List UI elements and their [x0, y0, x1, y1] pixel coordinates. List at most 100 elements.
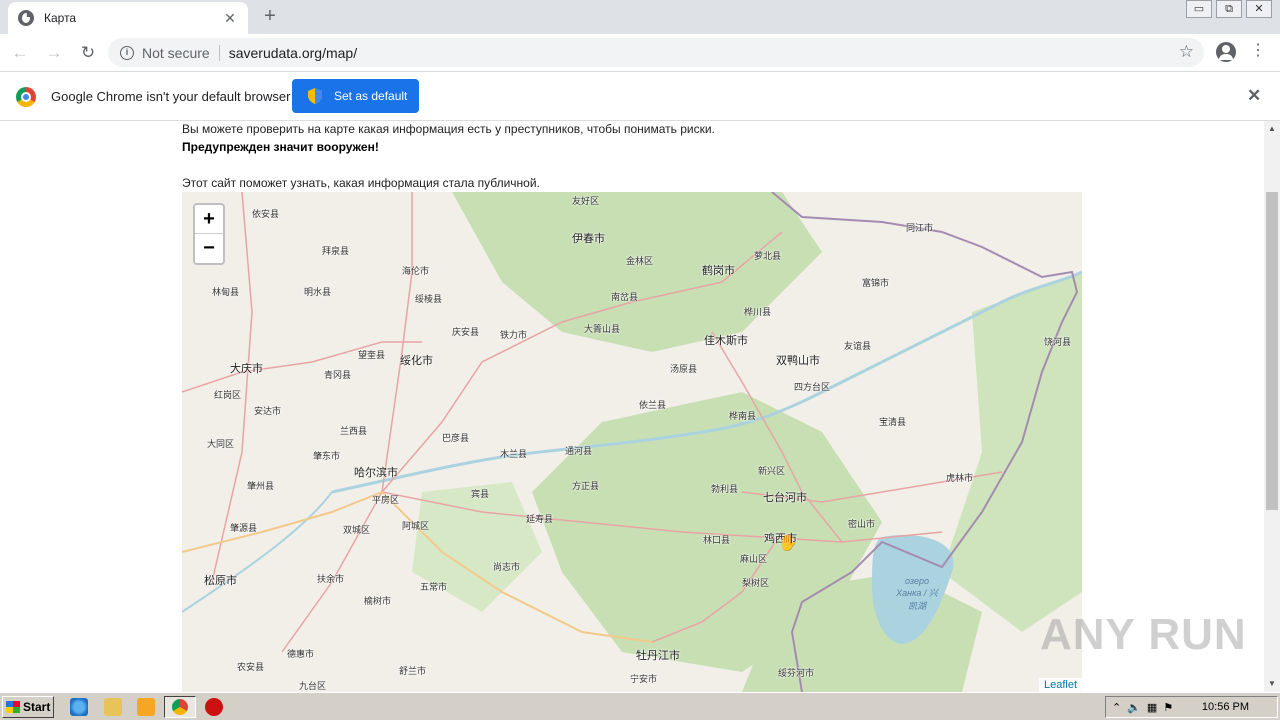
set-as-default-button[interactable]: Set as default	[292, 79, 419, 113]
chrome-icon	[172, 699, 188, 715]
set-as-default-label: Set as default	[334, 89, 408, 103]
zoom-out-button[interactable]: −	[195, 234, 223, 263]
menu-kebab-icon[interactable]: ⋮	[1250, 40, 1266, 60]
map-city-label: 肇源县	[230, 523, 258, 533]
scroll-down-arrow-icon[interactable]: ▼	[1264, 676, 1280, 692]
zoom-in-button[interactable]: +	[195, 205, 223, 234]
clock: 10:56 PM	[1201, 701, 1249, 713]
map-city-label: 虎林市	[946, 473, 974, 483]
leaflet-map[interactable]: + − 友好区 伊春市 金林区 鹤岗市 萝北县 同江市 依安县 拜泉县 海伦市 林甸县 明水县 绥棱县…	[182, 192, 1082, 692]
network-icon[interactable]: ▦	[1147, 701, 1157, 714]
map-city-label: 安达市	[254, 406, 282, 416]
map-city-label: 桦南县	[729, 411, 757, 421]
map-city-label: 友好区	[572, 196, 600, 206]
page-scrollbar[interactable]: ▲ ▼	[1264, 121, 1280, 692]
map-city-label: 勃利县	[711, 484, 739, 494]
map-city-label: 青冈县	[324, 370, 352, 380]
flag-icon[interactable]: ⚑	[1163, 701, 1173, 714]
url-text[interactable]: saverudata.org/map/	[229, 45, 357, 61]
bookmark-star-icon[interactable]: ☆	[1179, 42, 1194, 62]
tray-expand-icon[interactable]: ⌃	[1112, 701, 1121, 714]
security-label[interactable]: Not secure	[142, 45, 210, 61]
forward-button[interactable]: →	[40, 39, 68, 67]
profile-icon[interactable]	[1216, 42, 1236, 62]
map-city-label: 林口县	[703, 535, 731, 545]
map-city-label: 同江市	[906, 223, 934, 233]
tab-title: Карта	[44, 11, 77, 25]
map-city-label: 绥棱县	[415, 294, 443, 304]
map-city-label: 饶河县	[1044, 337, 1072, 347]
map-city-label: 大庆市	[230, 363, 263, 375]
lake-label: озеро Ханка / 兴凯湖	[896, 576, 938, 611]
map-city-label: 密山市	[848, 519, 876, 529]
map-city-label: 林甸县	[212, 287, 240, 297]
map-city-label: 汤原县	[670, 364, 698, 374]
map-city-label: 梨树区	[742, 578, 770, 588]
folder-icon[interactable]	[104, 698, 122, 716]
globe-icon	[18, 10, 34, 26]
map-city-label: 肇州县	[247, 481, 275, 491]
start-label: Start	[23, 700, 51, 714]
infobar-close-button[interactable]: ✕	[1247, 86, 1261, 106]
map-city-label: 延寿县	[526, 514, 554, 524]
map-city-label: 舒兰市	[399, 666, 427, 676]
system-tray: ⌃ 🔈 ▦ ⚑ 10:56 PM	[1105, 696, 1278, 718]
anyrun-watermark: ANY RUN	[1040, 610, 1247, 659]
reload-button[interactable]: ↻	[74, 39, 102, 67]
map-city-label: 大箐山县	[584, 324, 621, 334]
close-window-button[interactable]: ✕	[1246, 0, 1272, 18]
map-city-label: 庆安县	[452, 327, 480, 337]
map-city-label: 鹤岗市	[702, 265, 735, 277]
restore-button[interactable]: ⧉	[1216, 0, 1242, 18]
map-city-label: 红岗区	[214, 390, 242, 400]
map-city-label: 南岔县	[611, 292, 639, 302]
windows-taskbar: Start ⌃ 🔈 ▦ ⚑ 10:56 PM	[0, 692, 1280, 720]
scroll-up-arrow-icon[interactable]: ▲	[1264, 121, 1280, 137]
start-button[interactable]: Start	[2, 696, 54, 718]
intro-text: Вы можете проверить на карте какая инфор…	[182, 122, 715, 136]
map-city-label: 农安县	[237, 662, 265, 672]
map-tiles	[182, 192, 1082, 692]
volume-icon[interactable]: 🔈	[1127, 701, 1141, 714]
minimize-button[interactable]: ▭	[1186, 0, 1212, 18]
map-city-label: 松原市	[204, 575, 237, 587]
map-city-label: 牡丹江市	[636, 650, 680, 662]
map-city-label: 四方台区	[794, 382, 831, 392]
map-city-label: 巴彦县	[442, 433, 470, 443]
scrollbar-thumb[interactable]	[1266, 192, 1278, 510]
map-city-label: 海伦市	[402, 266, 430, 276]
map-city-label: 九台区	[299, 681, 327, 691]
browser-toolbar: ← → ↻ i Not secure saverudata.org/map/ ☆	[0, 34, 1280, 71]
zoom-control: + −	[193, 203, 225, 265]
chrome-taskbar-button[interactable]	[164, 696, 196, 718]
map-city-label: 依安县	[252, 209, 280, 219]
map-city-label: 哈尔滨市	[354, 467, 398, 479]
address-bar[interactable]: i Not secure saverudata.org/map/ ☆	[108, 38, 1204, 67]
map-city-label: 友谊县	[844, 341, 872, 351]
map-city-label: 宾县	[471, 489, 490, 499]
map-city-label: 德惠市	[287, 649, 315, 659]
leaflet-attribution-link[interactable]: Leaflet	[1038, 678, 1082, 692]
windows-flag-icon	[6, 701, 20, 713]
default-browser-infobar: Google Chrome isn't your default browser…	[0, 71, 1280, 121]
map-city-label: 依兰县	[639, 400, 667, 410]
map-city-label: 木兰县	[500, 449, 528, 459]
map-city-label: 宝清县	[879, 417, 907, 427]
map-city-label: 麻山区	[740, 554, 768, 564]
map-city-label: 桦川县	[744, 307, 772, 317]
new-tab-button[interactable]: +	[258, 5, 282, 29]
page-content: Вы можете проверить на карте какая инфор…	[0, 121, 1264, 692]
media-player-icon[interactable]	[137, 698, 155, 716]
map-city-label: 双城区	[343, 525, 371, 535]
map-city-label: 萝北县	[754, 251, 782, 261]
tab-close-button[interactable]: ✕	[222, 10, 238, 27]
back-button[interactable]: ←	[6, 39, 34, 67]
info-icon[interactable]: i	[120, 45, 134, 60]
antivirus-icon[interactable]	[205, 698, 223, 716]
map-city-label: 宁安市	[630, 674, 658, 684]
shield-icon	[308, 88, 322, 104]
map-city-label: 方正县	[572, 481, 600, 491]
ie-icon[interactable]	[70, 698, 88, 716]
tab-active[interactable]: Карта ✕	[8, 2, 248, 34]
map-city-label: 通河县	[565, 446, 593, 456]
